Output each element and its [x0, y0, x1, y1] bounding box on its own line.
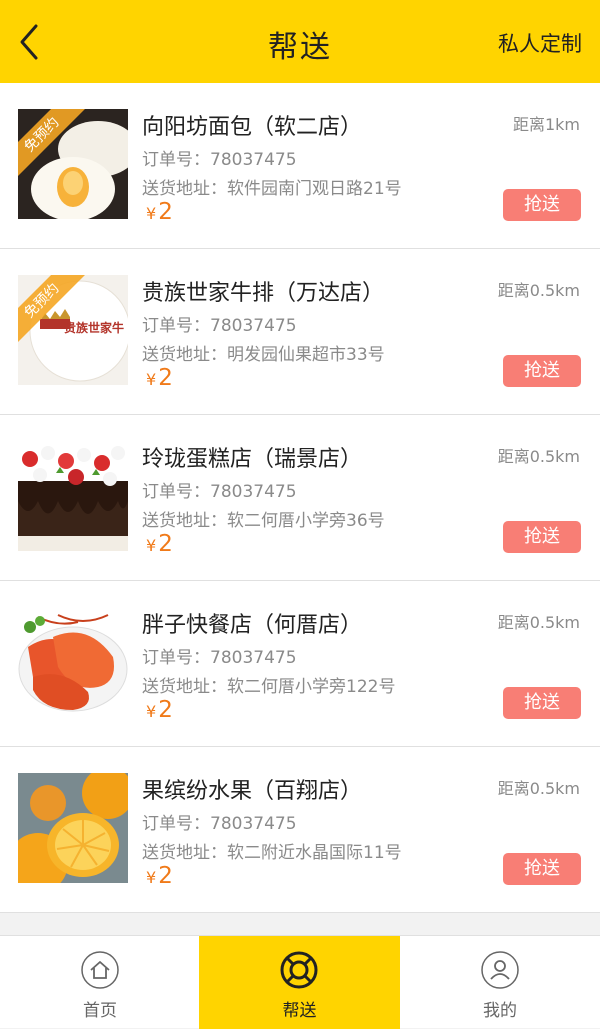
grab-order-button[interactable]: 抢送 — [503, 521, 581, 553]
order-number: 订单号：78037475 — [142, 814, 297, 834]
shop-name: 果缤纷水果（百翔店） — [142, 779, 363, 804]
order-row[interactable]: 胖子快餐店（何厝店） 订单号：78037475 送货地址：软二何厝小学旁122号… — [0, 581, 600, 747]
order-row[interactable]: 玲珑蛋糕店（瑞景店） 订单号：78037475 送货地址：软二何厝小学旁36号 … — [0, 415, 600, 581]
currency-symbol: ¥ — [146, 370, 157, 389]
distance-label: 距离0.5km — [497, 779, 580, 798]
shrimp-photo — [18, 607, 128, 717]
currency-symbol: ¥ — [146, 204, 157, 223]
tab-home[interactable]: 首页 — [0, 936, 200, 1029]
order-row[interactable]: 果缤纷水果（百翔店） 订单号：78037475 送货地址：软二附近水晶国际11号… — [0, 747, 600, 913]
order-number: 订单号：78037475 — [142, 150, 297, 170]
shop-image — [18, 773, 128, 883]
order-number: 订单号：78037475 — [142, 316, 297, 336]
delivery-address: 送货地址：软二何厝小学旁36号 — [142, 511, 385, 531]
shop-image — [18, 607, 128, 717]
grab-order-button[interactable]: 抢送 — [503, 687, 581, 719]
distance-label: 距离0.5km — [497, 447, 580, 466]
shop-name: 胖子快餐店（何厝店） — [142, 613, 363, 638]
distance-label: 距离0.5km — [497, 281, 580, 300]
shop-image: 免预约 贵族世家牛 — [18, 275, 128, 385]
currency-symbol: ¥ — [146, 702, 157, 721]
delivery-fee: ¥2 — [146, 863, 173, 889]
delivery-address: 送货地址：软二何厝小学旁122号 — [142, 677, 396, 697]
distance-label: 距离0.5km — [497, 613, 580, 632]
bottom-tab-bar: 首页 帮送 我的 — [0, 935, 600, 1029]
price-value: 2 — [158, 199, 173, 225]
price-value: 2 — [158, 531, 173, 557]
order-row[interactable]: 免预约 贵族世家牛 贵族世家牛排（万达店） 订单号：78037475 送货地址：… — [0, 249, 600, 415]
lifebuoy-icon — [280, 951, 318, 989]
private-custom-link[interactable]: 私人定制 — [498, 28, 582, 58]
currency-symbol: ¥ — [146, 868, 157, 887]
price-value: 2 — [158, 863, 173, 889]
tab-delivery[interactable]: 帮送 — [199, 936, 400, 1029]
shop-name: 贵族世家牛排（万达店） — [142, 281, 385, 306]
distance-label: 距离1km — [512, 115, 580, 134]
steak-logo-text: 贵族世家牛 — [64, 321, 125, 335]
delivery-fee: ¥2 — [146, 365, 173, 391]
tab-label: 帮送 — [282, 1001, 317, 1021]
delivery-address: 送货地址：软件园南门观日路21号 — [142, 179, 402, 199]
order-row[interactable]: 免预约 向阳坊面包（软二店） 订单号：78037475 送货地址：软件园南门观日… — [0, 83, 600, 249]
tab-label: 我的 — [483, 1001, 517, 1021]
order-list: 免预约 向阳坊面包（软二店） 订单号：78037475 送货地址：软件园南门观日… — [0, 83, 600, 913]
orange-photo — [18, 773, 128, 883]
grab-order-button[interactable]: 抢送 — [503, 355, 581, 387]
currency-symbol: ¥ — [146, 536, 157, 555]
order-number: 订单号：78037475 — [142, 482, 297, 502]
cake-photo — [18, 441, 128, 551]
shop-image — [18, 441, 128, 551]
user-icon — [481, 951, 519, 989]
grab-order-button[interactable]: 抢送 — [503, 189, 581, 221]
delivery-address: 送货地址：软二附近水晶国际11号 — [142, 843, 402, 863]
shop-name: 玲珑蛋糕店（瑞景店） — [142, 447, 363, 472]
delivery-fee: ¥2 — [146, 531, 173, 557]
grab-order-button[interactable]: 抢送 — [503, 853, 581, 885]
shop-image: 免预约 — [18, 109, 128, 219]
tab-label: 首页 — [83, 1001, 117, 1021]
app-header: 帮送 私人定制 — [0, 0, 600, 83]
delivery-address: 送货地址：明发园仙果超市33号 — [142, 345, 385, 365]
tab-mine[interactable]: 我的 — [400, 936, 600, 1029]
price-value: 2 — [158, 365, 173, 391]
shop-name: 向阳坊面包（软二店） — [142, 115, 363, 140]
delivery-fee: ¥2 — [146, 199, 173, 225]
price-value: 2 — [158, 697, 173, 723]
home-icon — [81, 951, 119, 989]
delivery-fee: ¥2 — [146, 697, 173, 723]
order-number: 订单号：78037475 — [142, 648, 297, 668]
